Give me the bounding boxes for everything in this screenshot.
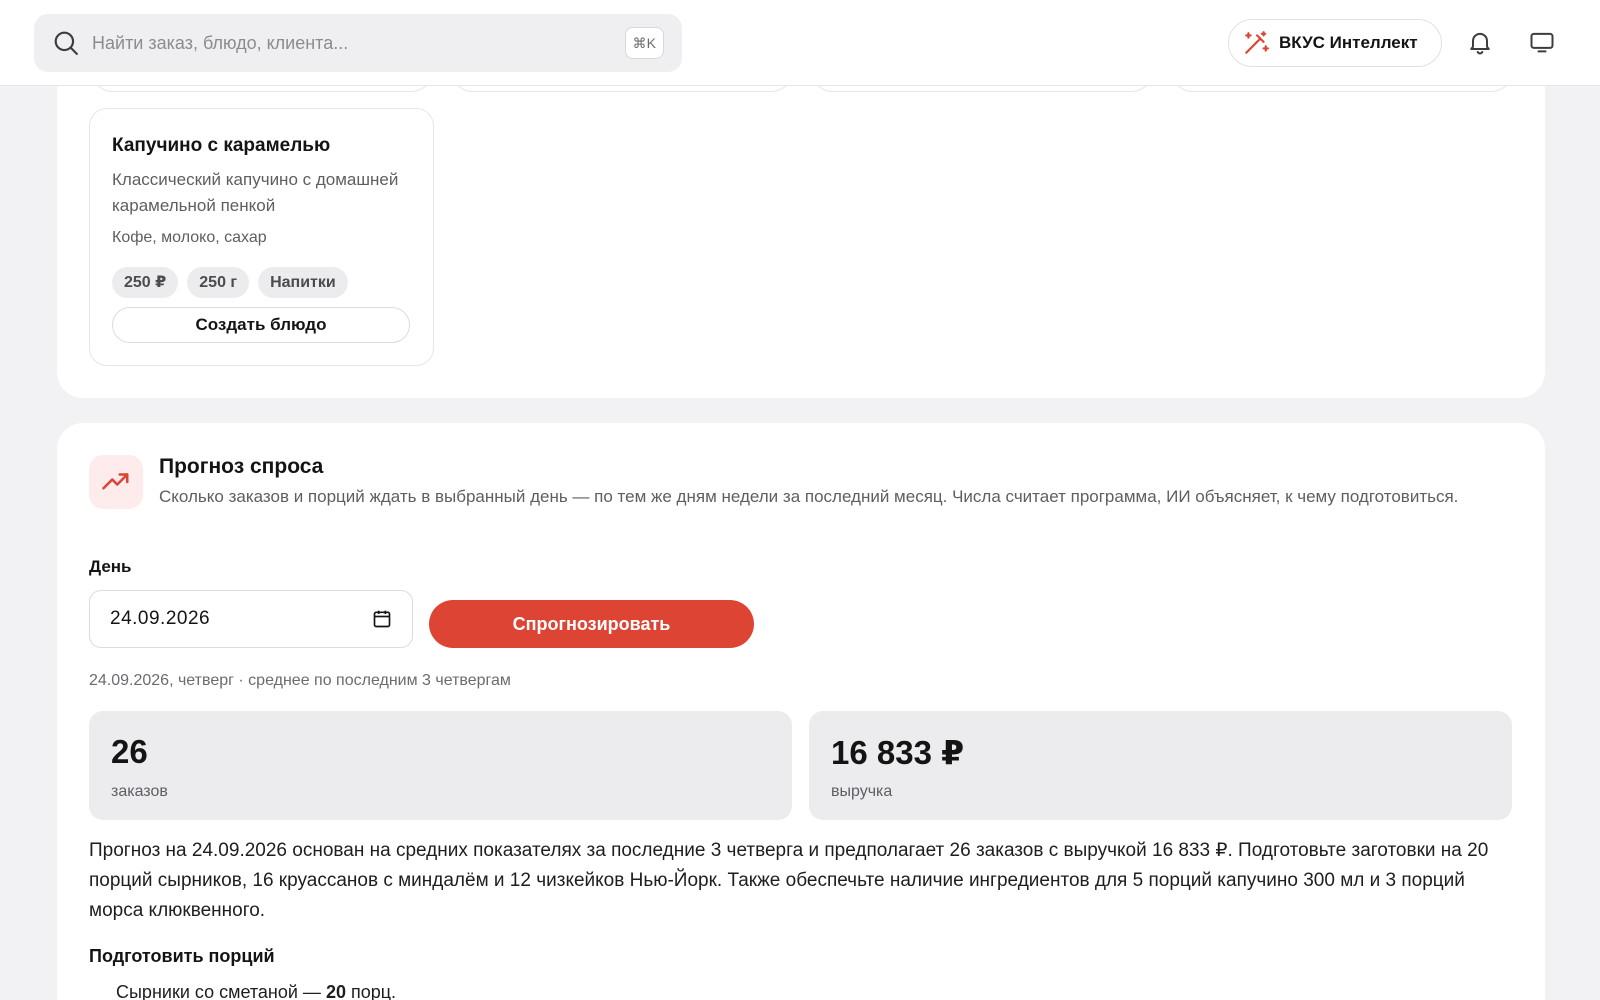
trending-up-icon bbox=[102, 473, 129, 490]
prep-list-item: Сырники со сметаной — 20 порц. bbox=[116, 982, 396, 1000]
dish-title: Капучино с карамелью bbox=[112, 135, 331, 156]
orders-label: заказов bbox=[111, 783, 168, 800]
search-icon bbox=[54, 31, 78, 55]
prep-item-qty: 20 bbox=[325, 982, 346, 1000]
forecast-explanation: Прогноз на 24.09.2026 основан на средних… bbox=[89, 840, 1489, 921]
monitor-icon[interactable] bbox=[1528, 28, 1556, 56]
magic-wand-icon bbox=[1245, 31, 1269, 54]
bell-icon[interactable] bbox=[1466, 28, 1494, 56]
orders-value: 26 bbox=[111, 733, 148, 770]
prep-item-unit: порц. bbox=[345, 982, 397, 1000]
revenue-stat: 16 833 ₽ выручка bbox=[809, 711, 1512, 820]
ai-button-label: ВКУС Интеллект bbox=[1279, 33, 1418, 52]
dish-ingredients: Кофе, молоко, сахар bbox=[112, 229, 267, 246]
day-label: День bbox=[89, 557, 132, 576]
prep-item-name: Сырники со сметаной — bbox=[116, 982, 326, 1000]
orders-stat: 26 заказов bbox=[89, 711, 792, 820]
search-input[interactable] bbox=[92, 14, 612, 72]
weight-chip: 250 г bbox=[187, 267, 250, 298]
dish-description: Классический капучино с домашней карамел… bbox=[112, 170, 399, 215]
search-box[interactable]: ⌘K bbox=[34, 14, 682, 72]
search-shortcut-hint: ⌘K bbox=[624, 27, 664, 59]
forecast-meta: 24.09.2026, четверг · среднее по последн… bbox=[89, 672, 511, 689]
price-chip: 250 ₽ bbox=[112, 267, 179, 298]
date-value: 24.09.2026 bbox=[110, 608, 211, 629]
create-dish-button[interactable]: Создать блюдо bbox=[112, 307, 410, 343]
dish-suggestion-card: Капучино с карамелью Классический капучи… bbox=[89, 108, 434, 366]
dish-chips: 250 ₽ 250 г Напитки bbox=[112, 267, 348, 298]
top-bar: ⌘K ВКУС Интеллект bbox=[0, 0, 1600, 86]
prep-title: Подготовить порций bbox=[89, 946, 275, 966]
date-field[interactable]: 24.09.2026 bbox=[89, 590, 413, 648]
calendar-icon[interactable] bbox=[372, 609, 392, 629]
revenue-label: выручка bbox=[831, 783, 893, 800]
revenue-value: 16 833 ₽ bbox=[831, 734, 965, 771]
forecast-title: Прогноз спроса bbox=[159, 455, 324, 478]
forecast-button[interactable]: Спрогнозировать bbox=[429, 600, 754, 648]
forecast-subtitle: Сколько заказов и порций ждать в выбранн… bbox=[159, 487, 1459, 506]
forecast-icon-badge bbox=[89, 455, 143, 509]
category-chip: Напитки bbox=[258, 267, 348, 298]
ai-assistant-button[interactable]: ВКУС Интеллект bbox=[1228, 19, 1442, 67]
